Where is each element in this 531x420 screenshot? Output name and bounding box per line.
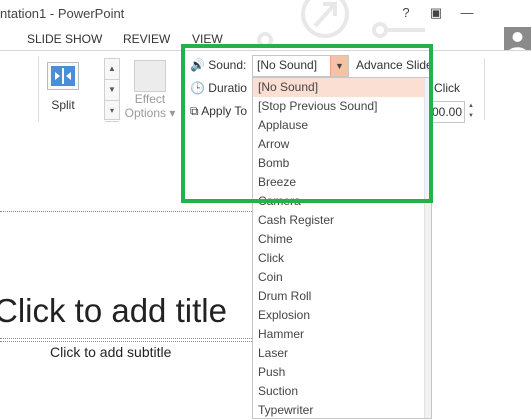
help-button[interactable]: ?	[395, 3, 417, 23]
spin-up-icon[interactable]: ▲	[465, 101, 477, 111]
effect-options-button[interactable]: Effect Options ▾	[124, 58, 176, 122]
ribbon-divider	[484, 58, 485, 120]
title-placeholder-border	[0, 338, 252, 339]
sound-option-cash-register[interactable]: Cash Register	[253, 211, 431, 230]
highlight-annotation-box	[181, 44, 433, 203]
title-bar: ntation1 - PowerPoint ? ▣ —	[0, 0, 531, 48]
sound-option-laser[interactable]: Laser	[253, 344, 431, 363]
effect-options-icon	[134, 60, 166, 92]
after-time-spinner[interactable]: ▲ ▼	[465, 101, 477, 121]
tab-slide-show[interactable]: SLIDE SHOW	[27, 32, 102, 46]
sound-option-hammer[interactable]: Hammer	[253, 325, 431, 344]
minimize-button[interactable]: —	[456, 3, 478, 23]
sound-option-chime[interactable]: Chime	[253, 230, 431, 249]
slide-title-placeholder[interactable]: Click to add title	[0, 292, 227, 330]
sound-option-drum-roll[interactable]: Drum Roll	[253, 287, 431, 306]
subtitle-placeholder-border	[0, 341, 252, 342]
transition-gallery-partial[interactable]	[0, 56, 39, 122]
split-icon	[47, 62, 79, 90]
split-label: Split	[51, 98, 75, 112]
split-transition-button[interactable]: Split	[40, 58, 86, 118]
sound-option-coin[interactable]: Coin	[253, 268, 431, 287]
sound-option-click[interactable]: Click	[253, 249, 431, 268]
effect-options-label-2-text: Options	[124, 106, 166, 120]
sound-option-typewriter[interactable]: Typewriter	[253, 401, 431, 420]
gallery-scroll: ▲ ▼ ▾	[104, 58, 120, 122]
after-time-value: 00.00	[432, 105, 463, 119]
placeholder-border-top	[0, 211, 252, 212]
sound-option-suction[interactable]: Suction	[253, 382, 431, 401]
gallery-down-icon[interactable]: ▼	[105, 80, 119, 101]
tab-review[interactable]: REVIEW	[123, 32, 170, 46]
gallery-more-icon[interactable]: ▾	[105, 101, 119, 122]
slide-subtitle-placeholder[interactable]: Click to add subtitle	[50, 344, 171, 360]
window-title: ntation1 - PowerPoint	[0, 6, 125, 21]
sound-option-push[interactable]: Push	[253, 363, 431, 382]
ribbon-display-options-button[interactable]: ▣	[425, 3, 447, 23]
effect-options-label-1: Effect	[134, 92, 166, 106]
sound-option-explosion[interactable]: Explosion	[253, 306, 431, 325]
gallery-up-icon[interactable]: ▲	[105, 59, 119, 80]
spin-down-icon[interactable]: ▼	[465, 111, 477, 121]
effect-options-label-2: Options ▾	[124, 106, 176, 120]
